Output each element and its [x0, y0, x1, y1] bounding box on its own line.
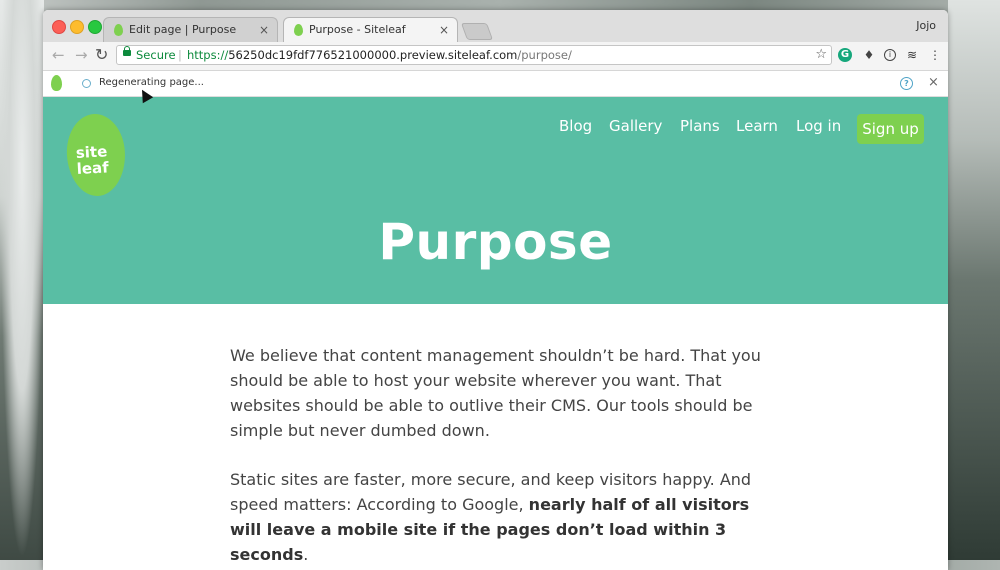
loading-spinner-icon — [82, 79, 91, 88]
tab-edit-page[interactable]: Edit page | Purpose × — [103, 17, 278, 42]
nav-gallery-link[interactable]: Gallery — [609, 117, 662, 135]
browser-menu-icon[interactable]: ⋮ — [928, 48, 942, 62]
address-bar[interactable]: Secure | https://56250dc19fdf77652100000… — [116, 45, 832, 65]
url-text: https://56250dc19fdf776521000000.preview… — [187, 46, 572, 64]
nav-login-link[interactable]: Log in — [796, 117, 841, 135]
siteleaf-leaf-icon[interactable] — [51, 75, 62, 91]
url-scheme: https:// — [187, 48, 229, 62]
siteleaf-preview-bar: Regenerating page... ? × — [43, 71, 948, 97]
tab-purpose[interactable]: Purpose - Siteleaf × — [283, 17, 458, 42]
nav-learn-link[interactable]: Learn — [736, 117, 778, 135]
hero-section: site leaf Blog Gallery Plans Learn Log i… — [43, 97, 948, 304]
page-title: Purpose — [378, 213, 613, 271]
new-tab-button[interactable] — [460, 23, 494, 40]
page-content: We believe that content management shoul… — [230, 343, 775, 570]
nav-plans-link[interactable]: Plans — [680, 117, 720, 135]
layers-extension-icon[interactable]: ≋ — [905, 48, 919, 62]
tab-close-icon[interactable]: × — [259, 18, 269, 42]
profile-name[interactable]: Jojo — [916, 19, 936, 32]
url-host: 56250dc19fdf776521000000.preview.sitelea… — [228, 48, 518, 62]
drop-extension-icon[interactable]: ♦ — [862, 48, 876, 62]
sign-up-button[interactable]: Sign up — [857, 114, 924, 144]
close-bar-icon[interactable]: × — [928, 71, 939, 95]
tab-title: Purpose - Siteleaf — [309, 23, 406, 36]
logo-line2: leaf — [76, 158, 110, 179]
maximize-window-button[interactable] — [88, 20, 102, 34]
tab-title: Edit page | Purpose — [129, 23, 237, 36]
minimize-window-button[interactable] — [70, 20, 84, 34]
bookmark-star-icon[interactable]: ☆ — [815, 46, 827, 64]
close-window-button[interactable] — [52, 20, 66, 34]
siteleaf-favicon-icon — [294, 24, 303, 36]
tab-close-icon[interactable]: × — [439, 18, 449, 42]
address-separator: | — [178, 48, 182, 62]
reload-icon[interactable]: ↻ — [95, 46, 108, 64]
status-text: Regenerating page... — [99, 77, 204, 88]
help-icon[interactable]: ? — [900, 77, 913, 90]
browser-toolbar: ← → ↻ Secure | https://56250dc19fdf77652… — [43, 42, 948, 71]
forward-arrow-icon[interactable]: → — [75, 46, 88, 64]
background-forest-right — [948, 0, 1000, 560]
browser-window: Edit page | Purpose × Purpose - Siteleaf… — [43, 10, 948, 570]
secure-label: Secure — [136, 48, 176, 62]
paragraph-text: . — [303, 545, 309, 564]
grammarly-extension-icon[interactable]: G — [838, 48, 852, 62]
siteleaf-favicon-icon — [114, 24, 123, 36]
back-arrow-icon[interactable]: ← — [52, 46, 65, 64]
paragraph: Static sites are faster, more secure, an… — [230, 467, 775, 567]
info-extension-icon[interactable]: i — [884, 49, 896, 61]
tab-strip: Edit page | Purpose × Purpose - Siteleaf… — [43, 10, 948, 42]
nav-blog-link[interactable]: Blog — [559, 117, 592, 135]
url-path: /purpose/ — [517, 48, 572, 62]
lock-icon — [123, 46, 131, 56]
background-forest-left — [0, 0, 44, 560]
siteleaf-logo[interactable]: site leaf — [64, 112, 128, 198]
paragraph: We believe that content management shoul… — [230, 346, 761, 440]
